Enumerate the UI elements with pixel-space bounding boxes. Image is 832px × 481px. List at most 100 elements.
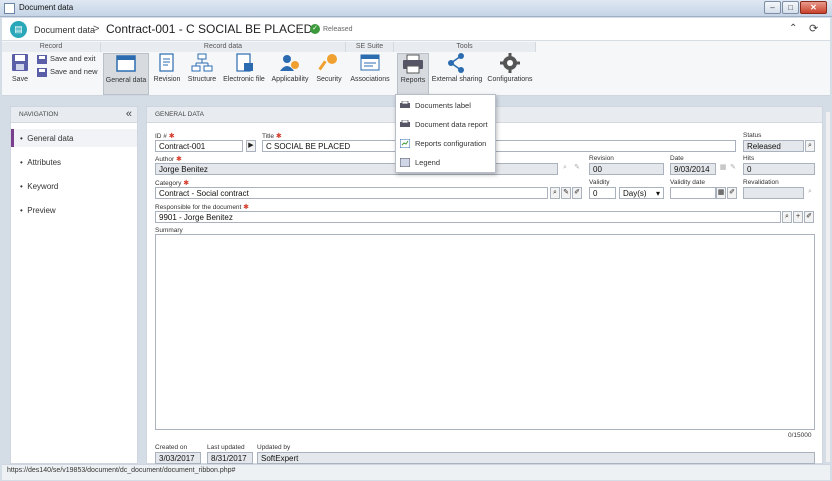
group-label-tools: Tools: [394, 42, 536, 52]
close-button[interactable]: ✕: [800, 1, 827, 14]
key-icon: [318, 54, 337, 71]
structure-icon: [191, 53, 213, 72]
applicability-button[interactable]: Applicability: [269, 53, 311, 95]
page-title: Contract-001 - C SOCIAL BE PLACED: [106, 22, 313, 36]
validity-date-clear-icon[interactable]: ✐: [727, 187, 737, 199]
document-logo-icon: ▤: [10, 21, 27, 38]
revalidation-field: [743, 187, 804, 199]
responsible-search-icon[interactable]: ⌕: [782, 211, 792, 223]
menu-item-legend[interactable]: Legend: [396, 153, 495, 172]
author-clear-icon: ✎: [574, 164, 580, 171]
save-button[interactable]: Save: [6, 53, 34, 95]
printer-icon: [403, 54, 423, 74]
responsible-add-icon[interactable]: +: [793, 211, 803, 223]
category-label: Category ✱: [155, 180, 190, 187]
category-search-icon[interactable]: ⌕: [550, 187, 560, 199]
maximize-button[interactable]: □: [782, 1, 799, 14]
summary-label: Summary: [155, 227, 183, 234]
id-next-button[interactable]: ▶: [246, 140, 256, 152]
printer-icon: [400, 101, 410, 108]
group-label-se-suite: SE Suite: [346, 42, 394, 52]
menu-item-documents-label[interactable]: Documents label: [396, 96, 495, 115]
status-badge: Released: [323, 26, 353, 33]
status-lookup-icon[interactable]: ⌕: [805, 140, 815, 152]
summary-char-counter: 0/15000: [788, 432, 812, 439]
status-url: https://des140/se/v19853/document/dc_doc…: [7, 467, 236, 474]
external-sharing-button[interactable]: External sharing: [431, 53, 483, 95]
vertical-scrollbar[interactable]: [826, 112, 830, 462]
save-and-exit-button[interactable]: Save and exit: [37, 54, 95, 64]
revalidation-label: Revalidation: [743, 179, 779, 186]
refresh-icon[interactable]: ⟳: [809, 22, 818, 35]
category-field[interactable]: Contract - Social contract: [155, 187, 548, 199]
save-new-icon: [37, 67, 47, 77]
id-label: ID # ✱: [155, 133, 175, 140]
author-field: Jorge Benitez: [155, 163, 558, 175]
responsible-field[interactable]: 9901 - Jorge Benitez: [155, 211, 781, 223]
reports-button[interactable]: Reports: [397, 53, 429, 95]
revision-button[interactable]: Revision: [151, 53, 183, 95]
security-button[interactable]: Security: [313, 53, 345, 95]
electronic-file-button[interactable]: Electronic file: [221, 53, 267, 95]
revision-icon: [159, 53, 174, 72]
window-titlebar: Document data – □ ✕: [0, 0, 832, 17]
validity-calendar-icon[interactable]: ▦: [716, 187, 726, 199]
category-clear-icon[interactable]: ✐: [572, 187, 582, 199]
printer-icon: [400, 120, 410, 127]
navigation-panel: NAVIGATION « • General data • Attributes…: [10, 106, 138, 464]
structure-button[interactable]: Structure: [185, 53, 219, 95]
report-config-icon: [400, 139, 410, 148]
associations-icon: [360, 54, 380, 71]
validity-unit-select[interactable]: Day(s) ▾: [619, 187, 664, 199]
title-label: Title ✱: [262, 133, 282, 140]
revision-field: 00: [589, 163, 664, 175]
minimize-button[interactable]: –: [764, 1, 781, 14]
summary-textarea[interactable]: [155, 234, 815, 430]
menu-item-reports-configuration[interactable]: Reports configuration: [396, 134, 495, 153]
title-field[interactable]: C SOCIAL BE PLACED: [262, 140, 736, 152]
author-search-icon: ⌕: [563, 164, 567, 171]
associations-button[interactable]: Associations: [348, 53, 392, 95]
module-breadcrumb[interactable]: Document data: [34, 25, 95, 35]
status-label: Status: [743, 132, 762, 139]
validity-date-label: Validity date: [670, 179, 705, 186]
validity-field[interactable]: 0: [589, 187, 616, 199]
reports-dropdown-menu: Documents label Document data report Rep…: [395, 94, 496, 173]
general-data-button[interactable]: General data: [103, 53, 149, 95]
electronic-file-icon: [236, 53, 253, 72]
released-status-icon: ✓: [310, 24, 320, 34]
group-label-record-data: Record data: [101, 42, 346, 52]
gear-icon: [500, 53, 520, 73]
calendar-icon: ▦: [719, 164, 727, 171]
navigation-heading: NAVIGATION «: [11, 107, 137, 123]
app-icon: [4, 3, 15, 14]
general-data-icon: [116, 55, 136, 72]
legend-icon: [400, 158, 410, 167]
collapse-navigation-icon[interactable]: «: [126, 108, 132, 120]
nav-item-general-data[interactable]: • General data: [11, 129, 137, 147]
collapse-header-icon[interactable]: ⌃: [789, 23, 797, 34]
revision-label: Revision: [589, 155, 614, 162]
dropdown-arrow-icon: ▾: [655, 189, 660, 198]
nav-item-attributes[interactable]: • Attributes: [11, 153, 137, 171]
updated-by-label: Updated by: [257, 444, 291, 451]
category-edit-icon[interactable]: ✎: [561, 187, 571, 199]
date-field: 9/03/2014: [670, 163, 716, 175]
responsible-label: Responsible for the document ✱: [155, 204, 250, 211]
validity-label: Validity: [589, 179, 610, 186]
hits-field: 0: [743, 163, 815, 175]
applicability-icon: [280, 55, 299, 71]
menu-item-document-data-report[interactable]: Document data report: [396, 115, 495, 134]
breadcrumb-separator: >: [93, 23, 100, 35]
updated-by-field: SoftExpert: [257, 452, 815, 464]
validity-date-field[interactable]: [670, 187, 716, 199]
save-and-new-button[interactable]: Save and new: [37, 67, 98, 77]
share-icon: [448, 53, 464, 73]
date-label: Date: [670, 155, 684, 162]
nav-item-keyword[interactable]: • Keyword: [11, 177, 137, 195]
created-on-field: 3/03/2017: [155, 452, 201, 464]
id-field[interactable]: Contract-001: [155, 140, 243, 152]
nav-item-preview[interactable]: • Preview: [11, 201, 137, 219]
responsible-clear-icon[interactable]: ✐: [804, 211, 814, 223]
configurations-button[interactable]: Configurations: [485, 53, 535, 95]
